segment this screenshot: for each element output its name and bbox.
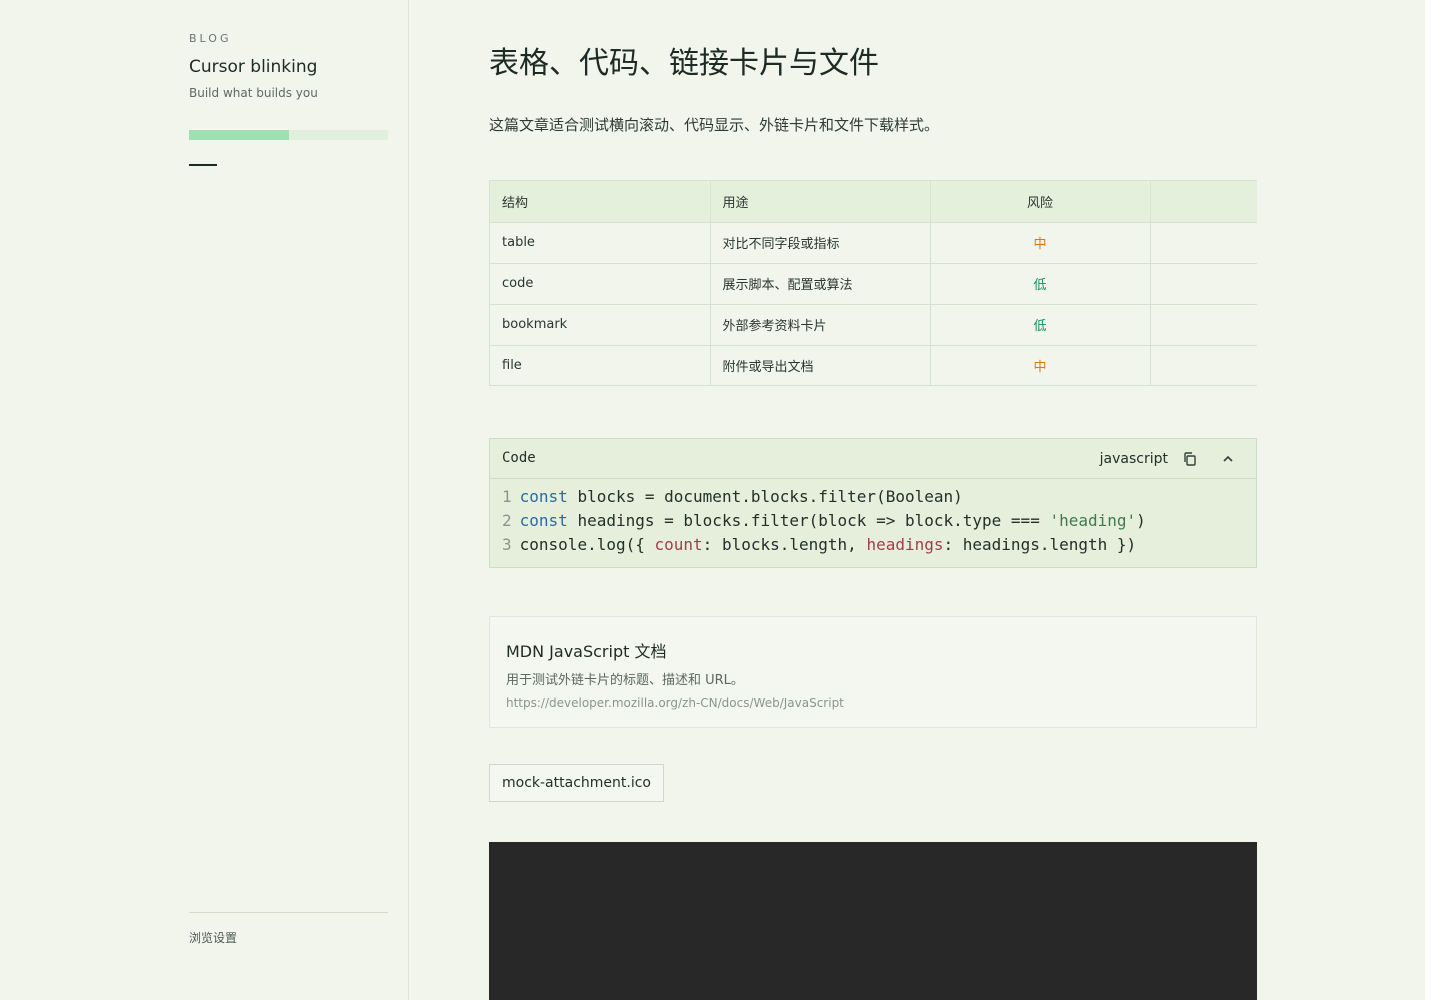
bookmark-card[interactable]: MDN JavaScript 文档 用于测试外链卡片的标题、描述和 URL。 h… (489, 616, 1257, 728)
table-cell-purpose: 展示脚本、配置或算法 (710, 263, 931, 305)
table-cell-structure: table (490, 222, 711, 264)
code-string: 'heading' (1049, 511, 1137, 530)
page-title: 表格、代码、链接卡片与文件 (489, 46, 879, 81)
file-attachment-button[interactable]: mock-attachment.ico (489, 764, 664, 802)
bookmark-description: 用于测试外链卡片的标题、描述和 URL。 (506, 673, 744, 688)
embedded-media-block (489, 842, 1257, 1000)
code-property: headings (866, 535, 944, 554)
table-cell-risk: 中 (930, 345, 1151, 385)
table-cell-extra (1150, 263, 1257, 305)
brand-tag: BLOG (189, 32, 232, 45)
table-row: code 展示脚本、配置或算法 低 (490, 263, 1257, 305)
line-number: 1 (502, 487, 512, 506)
sidebar-divider (189, 912, 388, 913)
code-block-title: Code (502, 450, 536, 466)
scrollbar-gutter (1425, 0, 1440, 1000)
code-language-label: javascript (1099, 451, 1168, 467)
table-row: bookmark 外部参考资料卡片 低 (490, 304, 1257, 346)
table-cell-extra (1150, 304, 1257, 346)
code-block-header: Code javascript (490, 439, 1256, 479)
table-cell-risk: 中 (930, 222, 1151, 264)
table-header-structure: 结构 (490, 181, 711, 223)
code-text: ) (1136, 511, 1146, 530)
table-cell-structure: bookmark (490, 304, 711, 346)
sidebar: BLOG Cursor blinking Build what builds y… (0, 0, 409, 1000)
table-cell-extra (1150, 222, 1257, 264)
code-text: : blocks.length, (702, 535, 867, 554)
reading-progress-bar (189, 130, 388, 140)
table-row: table 对比不同字段或指标 中 (490, 222, 1257, 264)
table-cell-structure: file (490, 345, 711, 385)
article-intro: 这篇文章适合测试横向滚动、代码显示、外链卡片和文件下载样式。 (489, 116, 940, 134)
chevron-up-icon[interactable] (1220, 451, 1236, 467)
divider-dash (189, 164, 217, 166)
code-body[interactable]: 1 const blocks = document.blocks.filter(B… (490, 479, 1256, 557)
code-block: Code javascript 1 const blocks = document… (489, 438, 1257, 568)
comparison-table: 结构 用途 风险 table 对比不同字段或指标 中 code 展示脚本、配置或… (490, 181, 1257, 385)
code-property: count (654, 535, 703, 554)
code-text: console.log({ (519, 535, 655, 554)
line-number: 3 (502, 535, 512, 554)
table-header-risk: 风险 (930, 181, 1151, 223)
code-text: blocks = document.blocks.filter(Boolean) (567, 487, 963, 506)
table-header-row: 结构 用途 风险 (490, 181, 1257, 223)
table-cell-risk: 低 (930, 263, 1151, 305)
browse-settings-link[interactable]: 浏览设置 (189, 929, 237, 946)
bookmark-title: MDN JavaScript 文档 (506, 642, 667, 661)
reading-progress-fill (189, 130, 289, 140)
comparison-table-scroll[interactable]: 结构 用途 风险 table 对比不同字段或指标 中 code 展示脚本、配置或… (489, 180, 1257, 386)
code-keyword: const (519, 511, 568, 530)
bookmark-url: https://developer.mozilla.org/zh-CN/docs… (506, 696, 844, 710)
code-line: 3 console.log({ count: blocks.length, hea… (502, 533, 1244, 557)
site-subtitle: Build what builds you (189, 86, 318, 100)
table-header-extra (1150, 181, 1257, 223)
table-cell-extra (1150, 345, 1257, 385)
table-cell-structure: code (490, 263, 711, 305)
table-cell-purpose: 外部参考资料卡片 (710, 304, 931, 346)
code-line: 2 const headings = blocks.filter(block =>… (502, 509, 1244, 533)
table-cell-risk: 低 (930, 304, 1151, 346)
site-title[interactable]: Cursor blinking (189, 57, 317, 77)
line-number: 2 (502, 511, 512, 530)
code-keyword: const (519, 487, 568, 506)
code-text: : headings.length }) (943, 535, 1137, 554)
table-cell-purpose: 对比不同字段或指标 (710, 222, 931, 264)
code-text: headings = blocks.filter(block => block.… (567, 511, 1050, 530)
copy-icon[interactable] (1182, 451, 1198, 467)
table-row: file 附件或导出文档 中 (490, 345, 1257, 385)
code-line: 1 const blocks = document.blocks.filter(B… (502, 485, 1244, 509)
table-header-purpose: 用途 (710, 181, 931, 223)
table-cell-purpose: 附件或导出文档 (710, 345, 931, 385)
